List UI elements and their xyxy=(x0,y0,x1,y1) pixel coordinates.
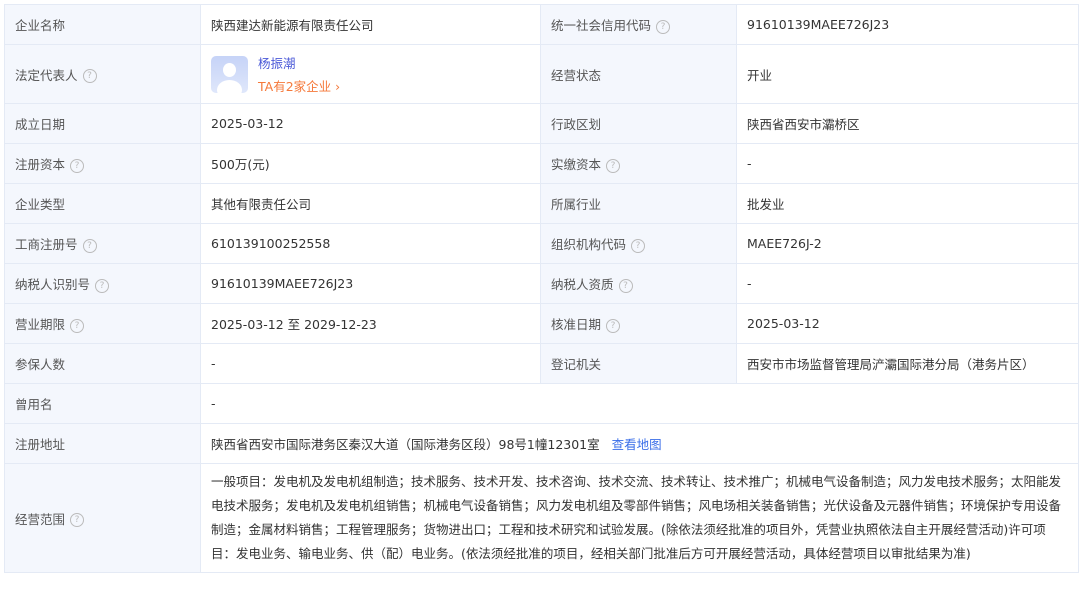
label-text: 组织机构代码 xyxy=(551,237,627,252)
label-text: 企业名称 xyxy=(15,18,66,33)
help-icon[interactable]: ? xyxy=(606,158,621,173)
field-value: 其他有限责任公司 xyxy=(200,183,541,224)
help-icon[interactable]: ? xyxy=(618,278,633,293)
label-text: 成立日期 xyxy=(15,117,66,132)
field-value: 2025-03-12 xyxy=(200,103,541,144)
label-text: 实缴资本 xyxy=(551,157,602,172)
field-value: 西安市市场监督管理局浐灞国际港分局（港务片区） xyxy=(736,343,1079,384)
help-icon[interactable]: ? xyxy=(82,69,97,83)
help-icon[interactable]: ? xyxy=(70,158,85,173)
field-value: 批发业 xyxy=(736,183,1079,224)
legal-rep-name-link[interactable]: 杨振潮 xyxy=(258,53,340,72)
table-row: 经营范围? 一般项目：发电机及发电机组制造；技术服务、技术开发、技术咨询、技术交… xyxy=(4,463,1079,573)
field-value: 陕西省西安市灞桥区 xyxy=(736,103,1079,144)
table-row: 营业期限? 2025-03-12 至 2029-12-23 核准日期? 2025… xyxy=(4,303,1079,344)
help-icon[interactable]: ? xyxy=(631,238,646,253)
field-label: 经营范围? xyxy=(4,463,201,573)
label-text: 企业类型 xyxy=(15,197,66,212)
label-text: 登记机关 xyxy=(551,357,602,372)
help-icon[interactable]: ? xyxy=(656,19,671,34)
label-text: 纳税人资质 xyxy=(551,277,614,292)
field-label: 营业期限? xyxy=(4,303,201,344)
field-label: 纳税人识别号? xyxy=(4,263,201,304)
business-scope-value: 一般项目：发电机及发电机组制造；技术服务、技术开发、技术咨询、技术交流、技术转让… xyxy=(200,463,1079,573)
table-row: 成立日期 2025-03-12 行政区划 陕西省西安市灞桥区 xyxy=(4,103,1079,144)
table-row: 注册资本? 500万(元) 实缴资本? - xyxy=(4,143,1079,184)
field-value: - xyxy=(736,143,1079,184)
help-icon[interactable]: ? xyxy=(70,318,85,333)
table-row: 参保人数 - 登记机关 西安市市场监督管理局浐灞国际港分局（港务片区） xyxy=(4,343,1079,384)
label-text: 经营状态 xyxy=(551,67,602,83)
field-label: 登记机关 xyxy=(540,343,737,384)
field-value: - xyxy=(736,263,1079,304)
field-label: 实缴资本? xyxy=(540,143,737,184)
company-info-table: 企业名称 陕西建达新能源有限责任公司 统一社会信用代码? 91610139MAE… xyxy=(4,4,1079,573)
field-value: 2025-03-12 至 2029-12-23 xyxy=(200,303,541,344)
field-value: - xyxy=(200,383,1079,424)
label-text: 法定代表人 xyxy=(15,67,78,83)
label-text: 核准日期 xyxy=(551,317,602,332)
label-text: 所属行业 xyxy=(551,197,602,212)
label-text: 纳税人识别号 xyxy=(15,277,91,292)
address-cell: 陕西省西安市国际港务区秦汉大道（国际港务区段）98号1幢12301室 查看地图 xyxy=(200,423,1079,464)
field-value: 500万(元) xyxy=(200,143,541,184)
table-row: 法定代表人? 杨振潮 TA有2家企业 › 经营状态 开业 xyxy=(4,44,1079,104)
field-label: 成立日期 xyxy=(4,103,201,144)
field-label: 统一社会信用代码? xyxy=(540,4,737,45)
label-text: 营业期限 xyxy=(15,317,66,332)
help-icon[interactable]: ? xyxy=(82,238,97,253)
field-label: 注册资本? xyxy=(4,143,201,184)
table-row: 曾用名 - xyxy=(4,383,1079,424)
label-text: 参保人数 xyxy=(15,357,66,372)
view-map-link[interactable]: 查看地图 xyxy=(612,437,662,452)
related-companies-link[interactable]: TA有2家企业 › xyxy=(258,76,340,95)
label-text: 经营范围 xyxy=(15,511,66,527)
help-icon[interactable]: ? xyxy=(70,513,85,527)
field-value: 2025-03-12 xyxy=(736,303,1079,344)
field-value: - xyxy=(200,343,541,384)
table-row: 企业名称 陕西建达新能源有限责任公司 统一社会信用代码? 91610139MAE… xyxy=(4,4,1079,45)
field-label: 组织机构代码? xyxy=(540,223,737,264)
field-value: MAEE726J-2 xyxy=(736,223,1079,264)
help-icon[interactable]: ? xyxy=(95,278,110,293)
avatar[interactable] xyxy=(211,55,248,93)
table-row: 注册地址 陕西省西安市国际港务区秦汉大道（国际港务区段）98号1幢12301室查… xyxy=(4,423,1079,464)
legal-rep-cell: 杨振潮 TA有2家企业 › xyxy=(200,44,541,104)
field-label: 法定代表人? xyxy=(4,44,201,104)
field-label: 经营状态 xyxy=(540,44,737,104)
label-text: 工商注册号 xyxy=(15,237,78,252)
table-row: 工商注册号? 610139100252558 组织机构代码? MAEE726J-… xyxy=(4,223,1079,264)
label-text: 统一社会信用代码 xyxy=(551,18,652,33)
field-label: 注册地址 xyxy=(4,423,201,464)
table-row: 纳税人识别号? 91610139MAEE726J23 纳税人资质? - xyxy=(4,263,1079,304)
field-label: 纳税人资质? xyxy=(540,263,737,304)
label-text: 注册资本 xyxy=(15,157,66,172)
field-value: 610139100252558 xyxy=(200,223,541,264)
field-label: 工商注册号? xyxy=(4,223,201,264)
field-value: 91610139MAEE726J23 xyxy=(736,4,1079,45)
table-row: 企业类型 其他有限责任公司 所属行业 批发业 xyxy=(4,183,1079,224)
field-label: 核准日期? xyxy=(540,303,737,344)
help-icon[interactable]: ? xyxy=(606,318,621,333)
field-label: 行政区划 xyxy=(540,103,737,144)
field-label: 所属行业 xyxy=(540,183,737,224)
field-label: 参保人数 xyxy=(4,343,201,384)
field-value: 开业 xyxy=(736,44,1079,104)
field-label: 企业名称 xyxy=(4,4,201,45)
field-label: 曾用名 xyxy=(4,383,201,424)
label-text: 行政区划 xyxy=(551,117,602,132)
field-label: 企业类型 xyxy=(4,183,201,224)
address-value: 陕西省西安市国际港务区秦汉大道（国际港务区段）98号1幢12301室 xyxy=(211,437,600,452)
field-value: 91610139MAEE726J23 xyxy=(200,263,541,304)
field-value: 陕西建达新能源有限责任公司 xyxy=(200,4,541,45)
